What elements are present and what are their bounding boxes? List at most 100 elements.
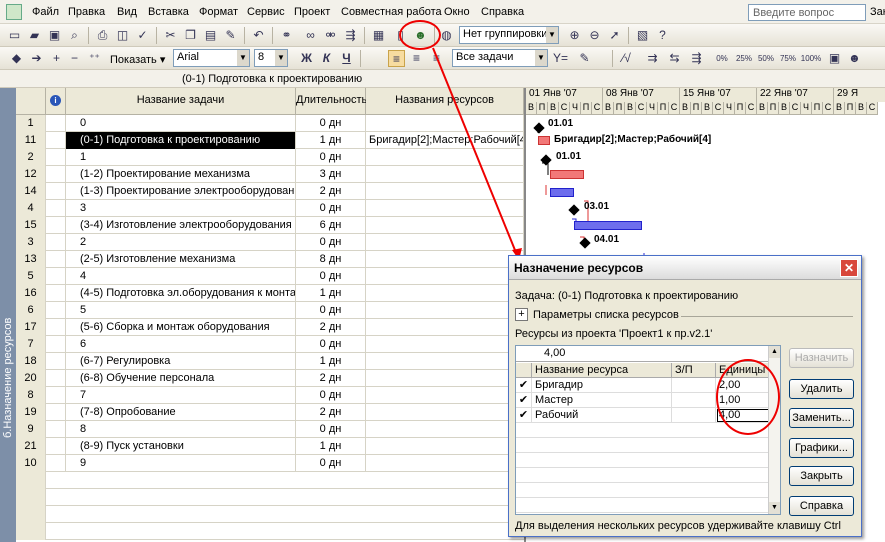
menu-collaborate[interactable]: Совместная работа: [341, 6, 442, 18]
task-duration[interactable]: 0 дн: [296, 421, 366, 438]
task-resources[interactable]: [366, 455, 524, 472]
task-name[interactable]: 6: [66, 336, 296, 353]
expand-icon[interactable]: +: [515, 308, 528, 321]
table-row[interactable]: 11 (0-1) Подготовка к проектированию 1 дн Б…: [16, 132, 524, 149]
row-id[interactable]: 11: [16, 132, 46, 149]
resource-names-header[interactable]: Названия ресурсов: [366, 88, 524, 115]
spelling-icon[interactable]: ✓: [134, 27, 151, 44]
task-duration[interactable]: 0 дн: [296, 455, 366, 472]
empty-resource-row[interactable]: [516, 438, 770, 453]
resource-name[interactable]: Бригадир: [532, 378, 672, 393]
undo-icon[interactable]: ↶: [250, 27, 267, 44]
table-row[interactable]: 6 50 дн: [16, 302, 524, 319]
empty-row[interactable]: [16, 523, 524, 540]
row-indicator[interactable]: [46, 370, 66, 387]
task-resources[interactable]: [366, 302, 524, 319]
task-duration[interactable]: 0 дн: [296, 336, 366, 353]
show-subtasks-icon[interactable]: +: [48, 50, 65, 67]
row-id[interactable]: 13: [16, 251, 46, 268]
format-painter-icon[interactable]: ✎: [222, 27, 239, 44]
row-id[interactable]: 14: [16, 183, 46, 200]
task-name[interactable]: 9: [66, 455, 296, 472]
task-duration[interactable]: 0 дн: [296, 387, 366, 404]
search-icon[interactable]: ⌕: [66, 27, 83, 44]
table-row[interactable]: 16 (4-5) Подготовка эл.оборудования к мон…: [16, 285, 524, 302]
task-name[interactable]: (6-8) Обучение персонала: [66, 370, 296, 387]
unlink-tasks-icon[interactable]: ⚮: [322, 27, 339, 44]
empty-row[interactable]: [16, 506, 524, 523]
row-indicator[interactable]: [46, 336, 66, 353]
task-bar[interactable]: [538, 136, 550, 145]
remove-button[interactable]: Удалить: [789, 379, 854, 399]
menu-insert[interactable]: Вставка: [148, 6, 189, 18]
empty-resource-row[interactable]: [516, 468, 770, 483]
task-duration[interactable]: 1 дн: [296, 438, 366, 455]
show-all-icon[interactable]: ⁺⁺: [86, 50, 103, 67]
task-name[interactable]: 7: [66, 387, 296, 404]
task-resources[interactable]: [366, 183, 524, 200]
row-id[interactable]: 5: [16, 268, 46, 285]
task-resources[interactable]: [366, 268, 524, 285]
question-input[interactable]: Введите вопрос: [748, 4, 866, 21]
task-name[interactable]: 5: [66, 302, 296, 319]
empty-row[interactable]: [16, 489, 524, 506]
row-id[interactable]: 18: [16, 353, 46, 370]
task-resources[interactable]: [366, 200, 524, 217]
row-id[interactable]: 8: [16, 387, 46, 404]
task-resources[interactable]: [366, 421, 524, 438]
hide-subtasks-icon[interactable]: −: [66, 50, 83, 67]
percent-25-button[interactable]: 25%: [734, 50, 754, 67]
table-row[interactable]: 4 30 дн: [16, 200, 524, 217]
row-id[interactable]: 4: [16, 200, 46, 217]
grid-edit-field[interactable]: 4,00: [516, 346, 770, 362]
menu-help[interactable]: Справка: [481, 6, 524, 18]
task-resources[interactable]: [366, 166, 524, 183]
open-icon[interactable]: ▰: [26, 27, 43, 44]
row-id[interactable]: 16: [16, 285, 46, 302]
task-resources[interactable]: [366, 251, 524, 268]
row-indicator[interactable]: [46, 268, 66, 285]
menu-window[interactable]: Окно: [444, 6, 470, 18]
row-id[interactable]: [16, 489, 46, 506]
table-row[interactable]: 20 (6-8) Обучение персонала 2 дн: [16, 370, 524, 387]
table-row[interactable]: 15 (3-4) Изготовление электрооборудования…: [16, 217, 524, 234]
resource-name[interactable]: Рабочий: [532, 408, 672, 423]
graphs-button[interactable]: Графики...: [789, 438, 854, 458]
align-right-icon[interactable]: ≡: [428, 50, 445, 67]
task-duration[interactable]: 0 дн: [296, 234, 366, 251]
row-indicator[interactable]: [46, 251, 66, 268]
row-indicator[interactable]: [46, 149, 66, 166]
row-id[interactable]: 9: [16, 421, 46, 438]
show-button[interactable]: Показать ▾: [110, 53, 165, 66]
task-resources[interactable]: [366, 353, 524, 370]
scroll-up-icon[interactable]: ▲: [769, 346, 780, 358]
task-name[interactable]: 8: [66, 421, 296, 438]
copy-picture-icon[interactable]: ▧: [634, 27, 651, 44]
collaborate-icon[interactable]: ☻: [846, 50, 863, 67]
row-indicator[interactable]: [46, 319, 66, 336]
row-indicator[interactable]: [46, 132, 66, 149]
close-button[interactable]: Закрыть: [789, 466, 854, 486]
grouping-select[interactable]: Нет группировки ▼: [459, 26, 559, 44]
table-row[interactable]: 5 40 дн: [16, 268, 524, 285]
task-name[interactable]: (6-7) Регулировка: [66, 353, 296, 370]
row-id[interactable]: 17: [16, 319, 46, 336]
task-bar[interactable]: [574, 221, 642, 230]
table-row[interactable]: 13 (2-5) Изготовление механизма 8 дн: [16, 251, 524, 268]
table-row[interactable]: 21 (8-9) Пуск установки 1 дн: [16, 438, 524, 455]
copy-icon[interactable]: ❐: [182, 27, 199, 44]
resource-list-options-link[interactable]: Параметры списка ресурсов: [533, 309, 679, 321]
task-duration[interactable]: 8 дн: [296, 251, 366, 268]
task-resources[interactable]: [366, 438, 524, 455]
row-indicator[interactable]: [46, 455, 66, 472]
percent-50-button[interactable]: 50%: [756, 50, 776, 67]
filter-select[interactable]: Все задачи ▼: [452, 49, 548, 67]
row-id[interactable]: 12: [16, 166, 46, 183]
row-indicator[interactable]: [46, 404, 66, 421]
row-id[interactable]: [16, 472, 46, 489]
move-left-icon[interactable]: ◆: [8, 50, 25, 67]
rp-header[interactable]: З/П: [672, 363, 716, 378]
table-row[interactable]: 1 00 дн: [16, 115, 524, 132]
row-id[interactable]: 7: [16, 336, 46, 353]
resource-name-header[interactable]: Название ресурса: [532, 363, 672, 378]
